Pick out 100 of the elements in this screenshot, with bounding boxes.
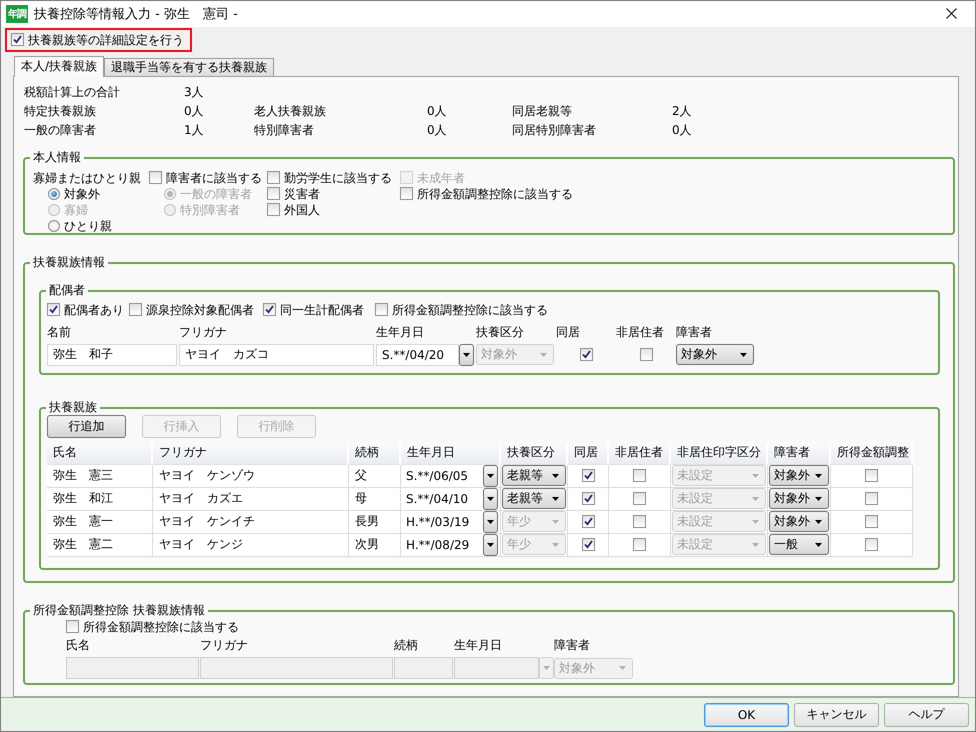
column-label: 氏名 <box>66 638 91 652</box>
caret-icon <box>552 520 559 524</box>
table-cell: ヤヨイ ケンジ <box>153 534 349 557</box>
summary-value: 1人 <box>184 122 205 139</box>
checkbox[interactable] <box>375 303 388 316</box>
column-header: 扶養区分 <box>501 442 568 466</box>
checkbox[interactable] <box>582 492 594 506</box>
radio-label: ひとり親 <box>64 218 112 234</box>
dropdown[interactable]: 対象外 <box>769 488 829 510</box>
dropdown-button[interactable] <box>483 488 498 510</box>
table-cell: 弥生 憲一 <box>47 510 153 534</box>
text-field[interactable] <box>200 657 393 680</box>
checkbox[interactable] <box>47 303 60 316</box>
tab[interactable]: 本人/扶養親族 <box>14 56 104 77</box>
caret-icon <box>540 352 547 357</box>
column-label: 扶養区分 <box>476 324 525 339</box>
radio-button[interactable] <box>48 188 60 200</box>
checkbox-label: 勤労学生に該当する <box>284 170 392 186</box>
app-badge: 年調 <box>6 4 28 23</box>
checkbox-label: 災害者 <box>284 186 320 202</box>
dropdown-button[interactable] <box>483 464 498 487</box>
checkbox[interactable] <box>66 620 79 634</box>
summary-label: 税額計算上の合計 <box>24 84 121 101</box>
checkbox[interactable] <box>633 538 646 552</box>
dropdown[interactable]: 対象外 <box>769 511 829 532</box>
dropdown[interactable]: 一般 <box>769 534 829 556</box>
table-cell: ヤヨイ ケンイチ <box>153 510 349 534</box>
checkbox[interactable] <box>267 171 280 184</box>
column-label: フリガナ <box>200 638 249 652</box>
checkbox[interactable] <box>149 171 162 184</box>
checkbox[interactable] <box>580 348 593 362</box>
checkbox[interactable] <box>865 538 878 552</box>
checkbox[interactable] <box>865 492 878 506</box>
summary-value: 0人 <box>427 122 448 139</box>
close-icon[interactable] <box>946 8 957 20</box>
checkbox[interactable] <box>582 515 594 528</box>
radio-button[interactable] <box>48 220 60 232</box>
dialog-button[interactable]: キャンセル <box>794 702 879 727</box>
dropdown-button[interactable] <box>483 510 498 533</box>
tab[interactable]: 退職手当等を有する扶養親族 <box>104 58 274 76</box>
column-label: 非居住者 <box>616 324 665 339</box>
table-cell: ヤヨイ カズエ <box>153 488 349 511</box>
dialog-button[interactable]: ヘルプ <box>884 702 969 727</box>
column-header: フリガナ <box>153 442 349 466</box>
summary-value: 0人 <box>427 102 448 120</box>
checkbox[interactable] <box>263 303 276 316</box>
column-header: 障害者 <box>768 442 831 466</box>
dropdown[interactable]: 対象外 <box>676 344 754 366</box>
summary-value: 0人 <box>672 122 693 139</box>
caret-icon <box>752 520 759 524</box>
date-field[interactable]: S.**/04/20 <box>376 344 459 366</box>
checkbox[interactable] <box>129 303 142 316</box>
text-field[interactable]: 弥生 和子 <box>47 344 177 366</box>
date-field[interactable] <box>454 657 539 680</box>
checkbox[interactable] <box>865 469 878 482</box>
caret-icon <box>487 474 494 478</box>
text-field[interactable]: ヤヨイ カズコ <box>179 344 374 366</box>
caret-icon <box>815 496 822 501</box>
column-label: 障害者 <box>676 324 713 339</box>
column-label: 障害者 <box>554 638 591 652</box>
summary-label: 老人扶養親族 <box>254 102 327 120</box>
checkbox[interactable] <box>633 492 646 506</box>
checkbox[interactable] <box>267 187 280 200</box>
checkbox-label: 配偶者あり <box>64 302 124 318</box>
dropdown-button[interactable] <box>459 344 474 366</box>
group-title: 扶養親族 <box>46 398 100 415</box>
checkbox[interactable] <box>582 469 594 482</box>
dropdown[interactable]: 老親等 <box>502 488 566 510</box>
checkbox[interactable] <box>582 538 594 552</box>
checkbox-label: 未成年者 <box>417 170 465 186</box>
text-field[interactable] <box>394 657 453 680</box>
checkbox[interactable] <box>640 348 653 362</box>
column-label: 名前 <box>47 324 72 339</box>
dropdown-button[interactable] <box>483 534 498 556</box>
checkbox[interactable] <box>865 515 878 528</box>
radio-label: 寡婦 <box>64 202 88 218</box>
group-title: 配偶者 <box>46 282 88 298</box>
group-title: 本人情報 <box>30 148 84 165</box>
checkbox[interactable] <box>633 515 646 528</box>
checkbox-label: 同一生計配偶者 <box>280 302 364 318</box>
dialog-button[interactable]: OK <box>704 702 789 727</box>
dropdown[interactable]: 対象外 <box>769 465 829 486</box>
row-button[interactable]: 行追加 <box>47 414 126 438</box>
checkbox[interactable] <box>633 469 646 482</box>
summary-label: 同居老親等 <box>512 102 573 120</box>
checkbox[interactable] <box>400 187 413 200</box>
checkbox-label: 外国人 <box>284 202 320 218</box>
checkbox[interactable] <box>267 203 280 216</box>
caret-icon <box>487 542 494 547</box>
text-field[interactable] <box>66 657 199 680</box>
checkbox-label: 所得金額調整控除に該当する <box>417 186 573 202</box>
column-header: 非居住印字区分 <box>671 442 768 466</box>
table-cell: 母 <box>349 488 401 511</box>
checkbox-label: 障害者に該当する <box>166 170 262 186</box>
checkbox[interactable] <box>11 33 24 46</box>
table-cell: ヤヨイ ケンゾウ <box>153 464 349 488</box>
dropdown[interactable]: 老親等 <box>502 465 566 486</box>
caret-icon <box>815 542 822 547</box>
caret-icon <box>552 474 559 478</box>
column-header: 氏名 <box>47 442 153 466</box>
